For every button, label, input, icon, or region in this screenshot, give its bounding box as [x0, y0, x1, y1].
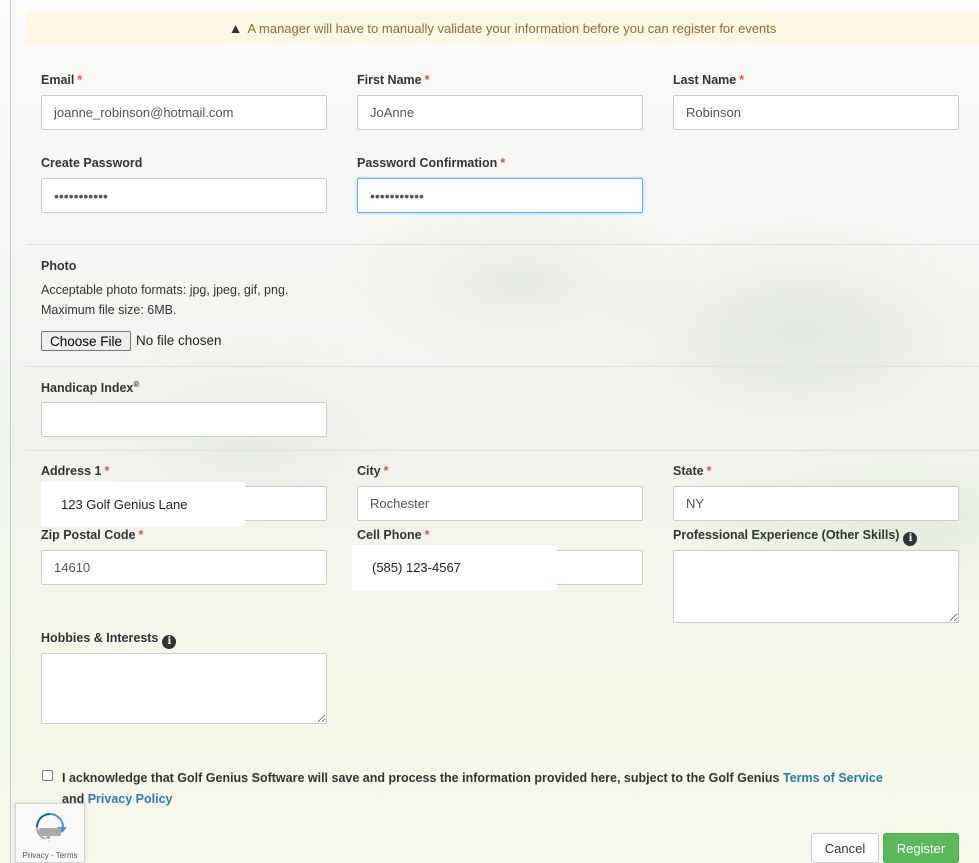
cancel-button[interactable]: Cancel [811, 833, 879, 863]
required-marker: * [138, 528, 144, 542]
required-marker: * [383, 464, 389, 478]
photo-size-text: Maximum file size: 6MB. [41, 303, 177, 317]
register-button[interactable]: Register [883, 833, 959, 863]
alert-text: A manager will have to manually validate… [247, 20, 777, 36]
zip-field[interactable] [41, 550, 327, 585]
required-marker: * [424, 73, 430, 87]
info-icon[interactable]: i [903, 532, 918, 546]
address1-value: 123 Golf Genius Lane [41, 482, 245, 526]
handicap-field[interactable] [41, 402, 327, 437]
create-password-label: Create Password [41, 156, 143, 170]
last-name-label: Last Name * [673, 73, 745, 87]
section-divider [26, 450, 979, 451]
recaptcha-badge[interactable]: Privacy - Terms [15, 803, 85, 863]
password-confirmation-label: Password Confirmation * [357, 156, 506, 170]
privacy-policy-link[interactable]: Privacy Policy [88, 792, 173, 806]
experience-label: Professional Experience (Other Skills) i [673, 528, 918, 546]
terms-of-service-link[interactable]: Terms of Service [783, 771, 883, 785]
acknowledge-checkbox[interactable] [42, 770, 53, 781]
state-label: State * [673, 464, 712, 478]
first-name-label: First Name * [357, 73, 430, 87]
password-confirmation-field[interactable] [357, 178, 643, 213]
hobbies-label: Hobbies & Interests i [41, 631, 177, 649]
manager-validation-alert: ▲ A manager will have to manually valida… [26, 11, 979, 45]
photo-formats-text: Acceptable photo formats: jpg, jpeg, gif… [41, 283, 289, 297]
email-field[interactable] [41, 95, 327, 130]
state-field[interactable] [673, 486, 959, 521]
page-left-border [10, 0, 11, 863]
required-marker: * [424, 528, 430, 542]
cell-phone-label: Cell Phone * [357, 528, 430, 542]
city-label: City * [357, 464, 389, 478]
recaptcha-terms-text[interactable]: Privacy - Terms [16, 851, 84, 860]
cell-phone-value: (585) 123-4567 [352, 545, 557, 590]
required-marker: * [104, 464, 110, 478]
registered-mark: ® [133, 380, 140, 389]
handicap-label: Handicap Index® [41, 380, 140, 396]
photo-label: Photo [41, 259, 77, 273]
first-name-field[interactable] [357, 95, 643, 130]
create-password-field[interactable] [41, 178, 327, 213]
address1-label: Address 1 * [41, 464, 110, 478]
recaptcha-logo-icon [36, 813, 67, 842]
city-field[interactable] [357, 486, 643, 521]
zip-label: Zip Postal Code * [41, 528, 144, 542]
hobbies-textarea[interactable] [41, 653, 327, 724]
file-status-text: No file chosen [136, 333, 222, 348]
warning-icon: ▲ [228, 20, 243, 36]
section-divider [26, 366, 979, 367]
required-marker: * [739, 73, 745, 87]
email-label: Email * [41, 73, 83, 87]
acknowledge-text: I acknowledge that Golf Genius Software … [62, 771, 883, 806]
info-icon[interactable]: i [162, 635, 177, 649]
last-name-field[interactable] [673, 95, 959, 130]
section-divider [26, 244, 979, 245]
required-marker: * [500, 156, 506, 170]
required-marker: * [77, 73, 83, 87]
required-marker: * [706, 464, 712, 478]
choose-file-button[interactable]: Choose File [41, 331, 131, 351]
experience-textarea[interactable] [673, 550, 959, 623]
